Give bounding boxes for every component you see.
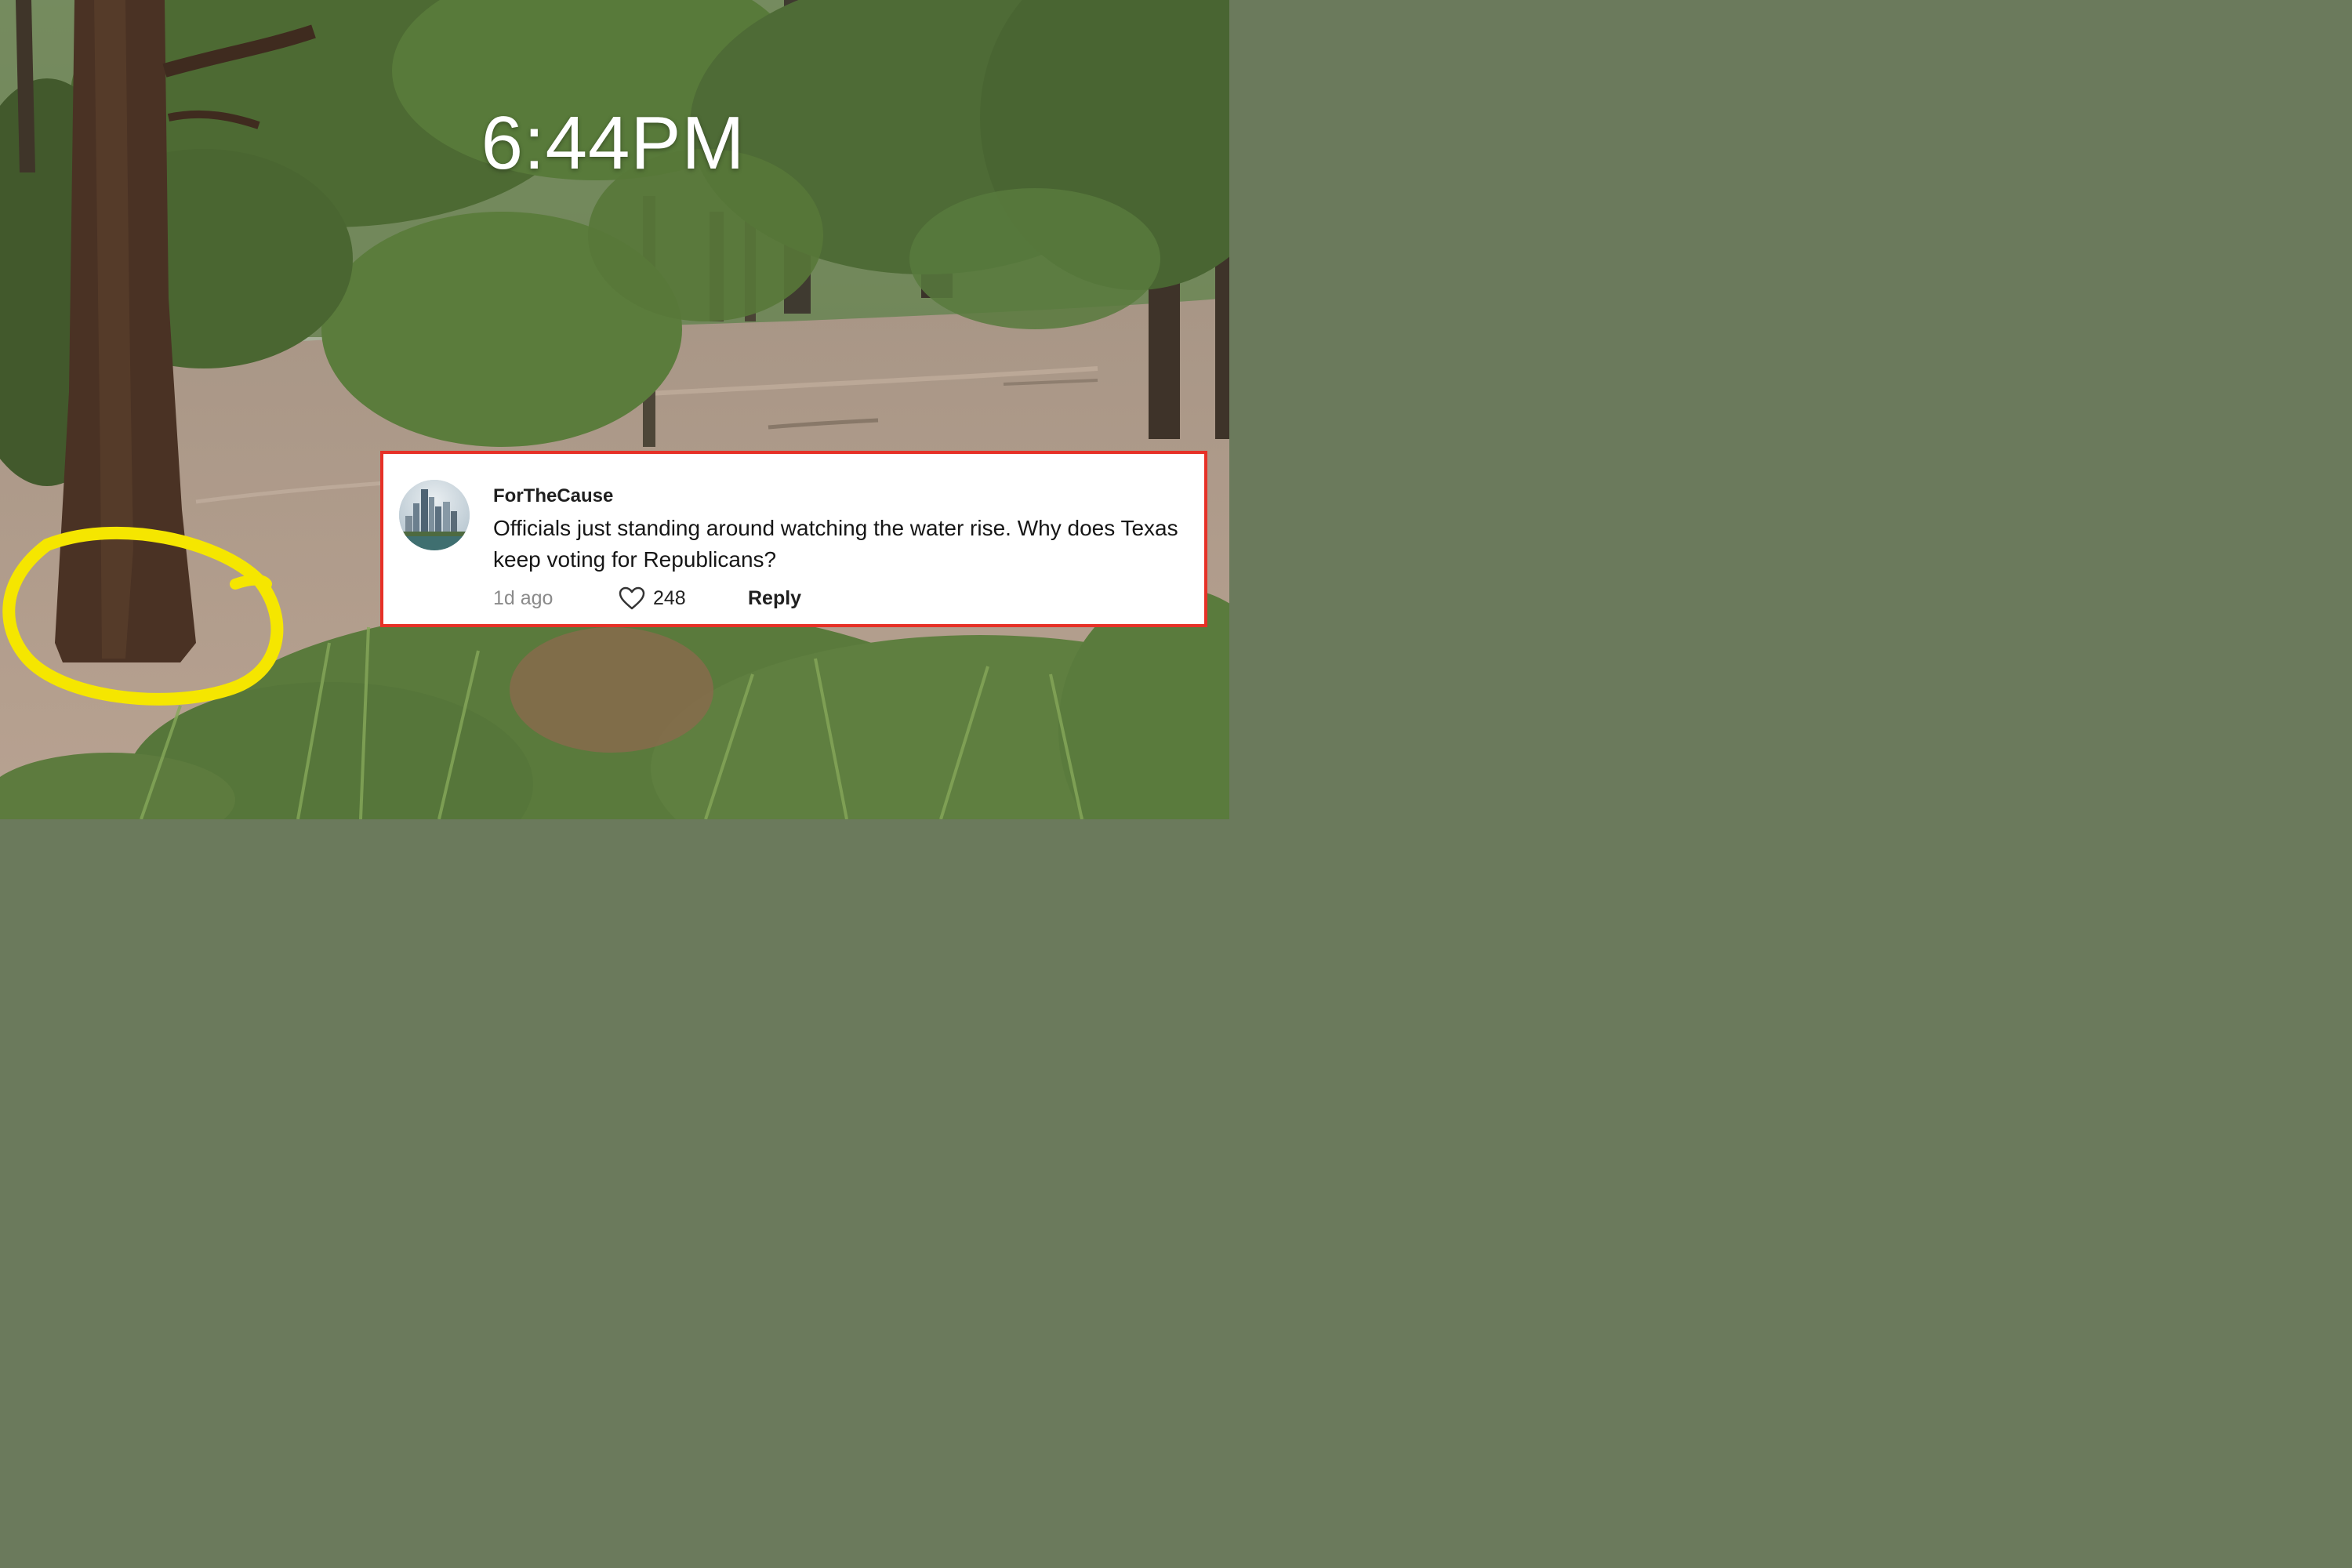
- city-skyline-avatar-icon: [399, 480, 470, 550]
- comment-username[interactable]: ForTheCause: [493, 485, 613, 507]
- comment-card: ForTheCause Officials just standing arou…: [380, 451, 1207, 627]
- screenshot-canvas: 6:44PM ForTheCause Officials just standi…: [0, 0, 1229, 819]
- like-button[interactable]: 248: [619, 586, 748, 610]
- video-timestamp-overlay: 6:44PM: [0, 100, 1229, 187]
- avatar[interactable]: [399, 480, 470, 550]
- heart-outline-icon: [619, 586, 645, 610]
- comment-age: 1d ago: [493, 586, 554, 609]
- reply-button[interactable]: Reply: [748, 587, 801, 610]
- like-count: 248: [653, 586, 686, 609]
- comment-text: Officials just standing around watching …: [493, 516, 1178, 572]
- timestamp-text: 6:44PM: [481, 101, 746, 185]
- comment-meta: 1d ago 248 Reply: [493, 584, 801, 612]
